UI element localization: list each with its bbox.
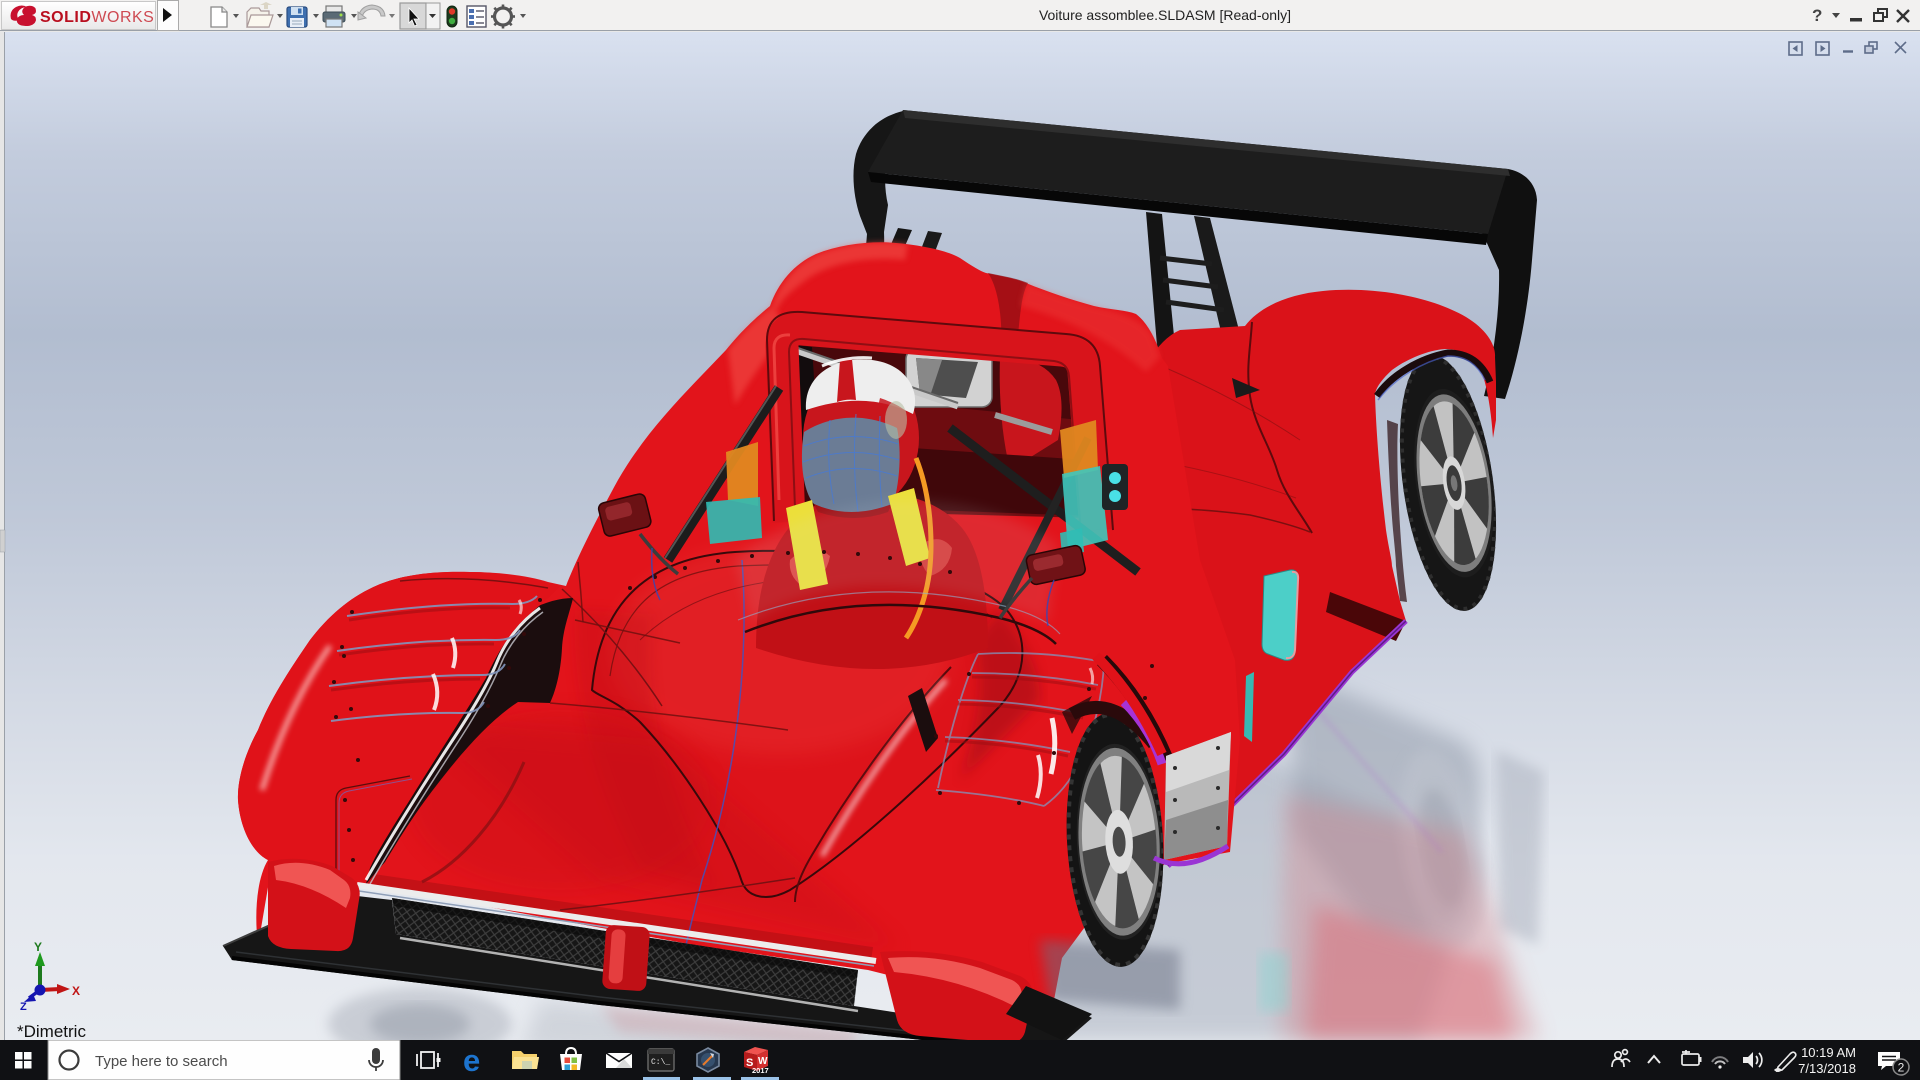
svg-text:2017: 2017: [752, 1066, 769, 1075]
svg-text:7/13/2018: 7/13/2018: [1798, 1061, 1856, 1076]
svg-text:C:\_: C:\_: [651, 1058, 670, 1067]
svg-text:2: 2: [1898, 1061, 1905, 1075]
svg-text:e: e: [463, 1043, 480, 1078]
svg-text:Z: Z: [20, 1001, 27, 1013]
svg-text:Y: Y: [34, 940, 42, 954]
svg-text:?: ?: [1812, 6, 1822, 25]
svg-text:Type here to search: Type here to search: [95, 1053, 228, 1070]
svg-text:10:19 AM: 10:19 AM: [1801, 1045, 1856, 1060]
svg-text:X: X: [72, 984, 80, 998]
svg-text:SOLIDWORKS: SOLIDWORKS: [40, 9, 154, 26]
